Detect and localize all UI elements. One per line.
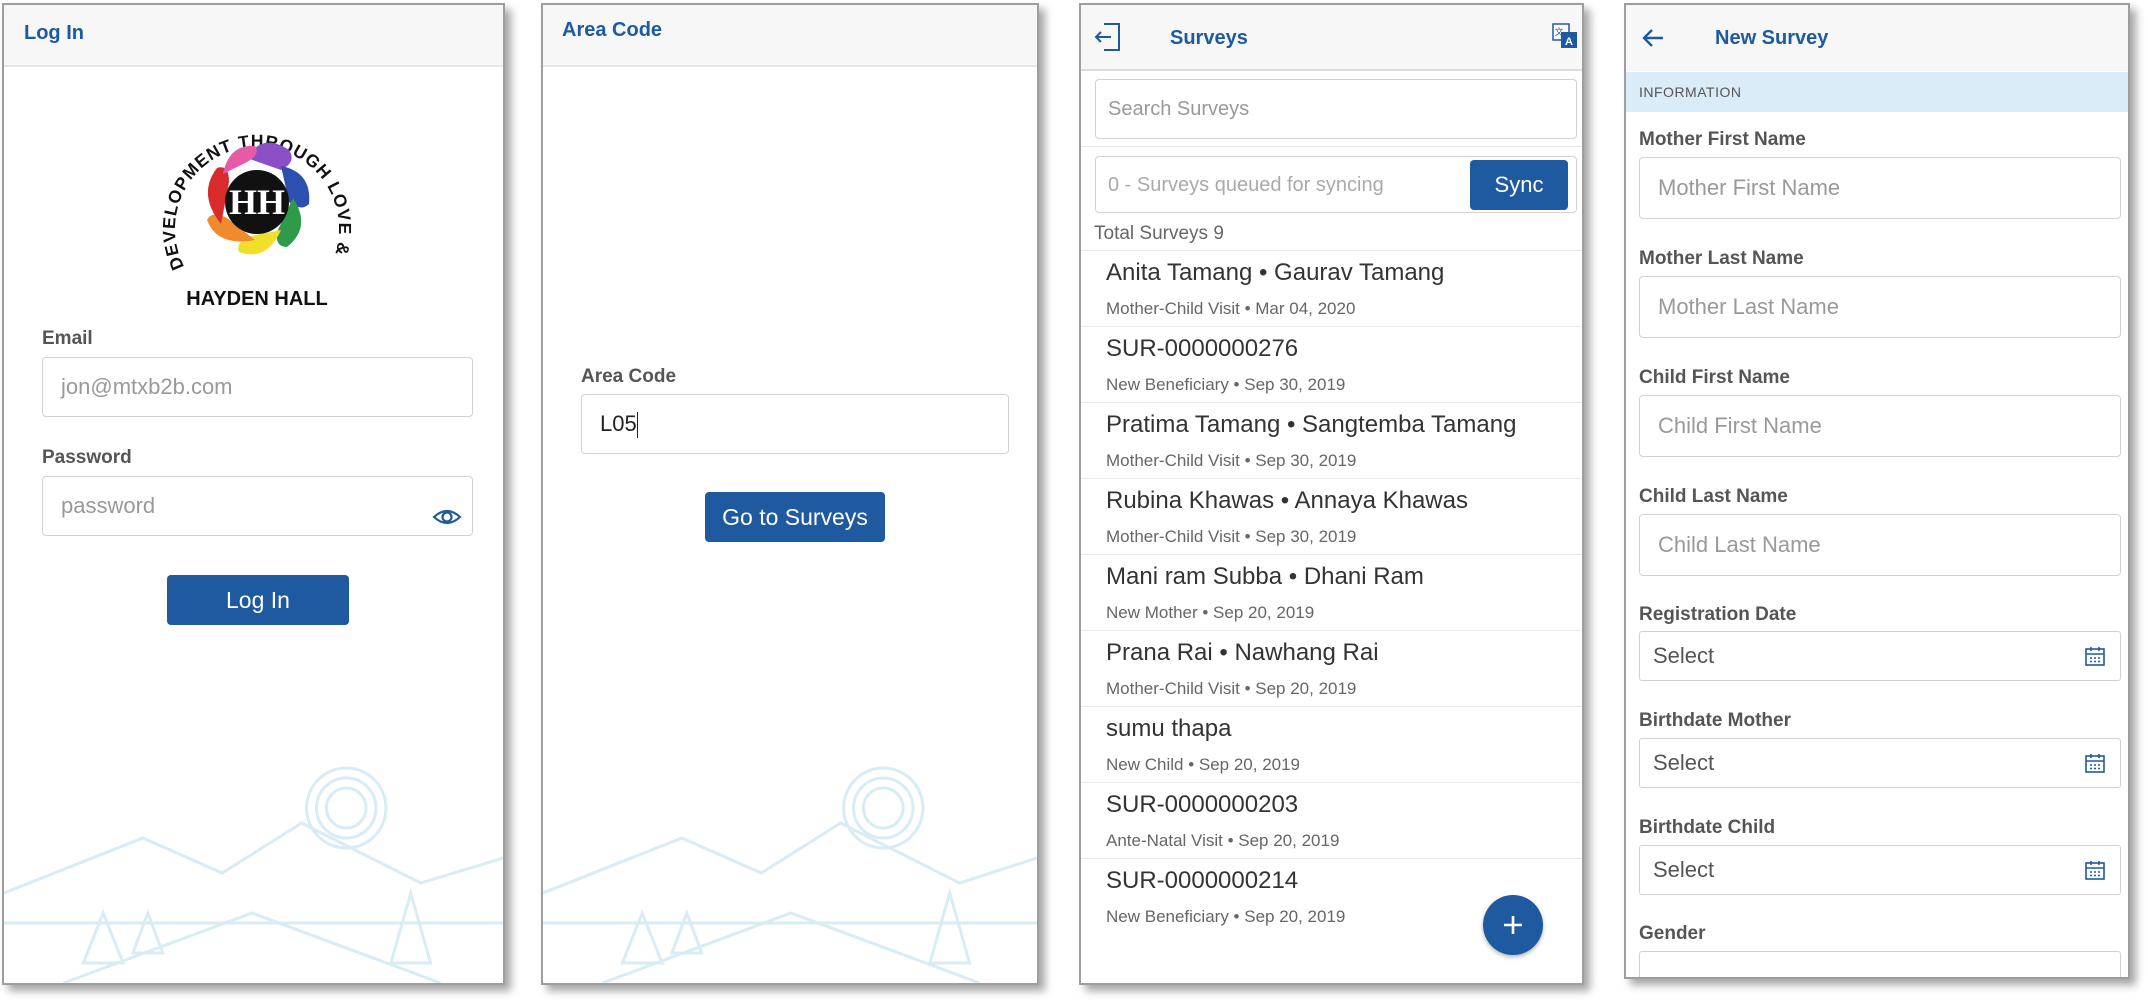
- survey-subtitle: New Beneficiary • Sep 20, 2019: [1106, 907, 1346, 926]
- registration-date-value: Select: [1653, 643, 1715, 668]
- survey-title: Anita Tamang • Gaurav Tamang: [1106, 259, 1445, 286]
- search-surveys-input[interactable]: Search Surveys: [1095, 79, 1577, 139]
- survey-list-item[interactable]: Anita Tamang • Gaurav Tamang Mother-Chil…: [1081, 250, 1582, 327]
- surveys-header-title: Surveys: [1170, 27, 1248, 49]
- survey-title: Prana Rai • Nawhang Rai: [1106, 639, 1379, 666]
- sync-button[interactable]: Sync: [1470, 160, 1568, 210]
- new-survey-header: New Survey: [1626, 5, 2128, 71]
- area-code-value: L05: [600, 411, 637, 436]
- child-first-name-label: Child First Name: [1639, 367, 1790, 388]
- search-placeholder: Search Surveys: [1108, 98, 1250, 120]
- gender-picker[interactable]: [1639, 951, 2121, 977]
- child-last-name-label: Child Last Name: [1639, 486, 1788, 507]
- survey-title: Rubina Khawas • Annaya Khawas: [1106, 487, 1468, 514]
- survey-subtitle: Mother-Child Visit • Sep 30, 2019: [1106, 451, 1357, 470]
- survey-title: SUR-0000000214: [1106, 867, 1299, 894]
- birthdate-child-value: Select: [1653, 857, 1715, 882]
- landscape-illustration: [4, 766, 503, 983]
- calendar-icon: [2085, 754, 2105, 773]
- surveys-screen: Surveys A 文 Search Surveys 0 - Surveys q…: [1079, 3, 1584, 985]
- area-code-screen: Area Code Area Code L05 Go to Surveys: [541, 3, 1039, 985]
- mother-first-name-input[interactable]: Mother First Name: [1639, 157, 2121, 219]
- child-last-name-input[interactable]: Child Last Name: [1639, 514, 2121, 576]
- add-survey-button[interactable]: [1483, 895, 1543, 955]
- new-survey-screen: New Survey INFORMATION Mother First Name…: [1624, 3, 2130, 979]
- surveys-header: Surveys A 文: [1081, 5, 1582, 71]
- text-cursor: [636, 412, 639, 439]
- survey-list-item[interactable]: sumu thapa New Child • Sep 20, 2019: [1081, 706, 1582, 783]
- survey-list-item[interactable]: Rubina Khawas • Annaya Khawas Mother-Chi…: [1081, 478, 1582, 555]
- information-section-header: INFORMATION: [1626, 72, 2128, 112]
- mother-first-name-label: Mother First Name: [1639, 129, 1806, 150]
- svg-text:A: A: [1565, 36, 1573, 48]
- survey-subtitle: Ante-Natal Visit • Sep 20, 2019: [1106, 831, 1340, 850]
- mother-last-name-label: Mother Last Name: [1639, 248, 1804, 269]
- survey-list-item[interactable]: Prana Rai • Nawhang Rai Mother-Child Vis…: [1081, 630, 1582, 707]
- login-header: Log In: [4, 5, 503, 67]
- survey-subtitle: New Child • Sep 20, 2019: [1106, 755, 1301, 774]
- survey-subtitle: Mother-Child Visit • Sep 20, 2019: [1106, 679, 1357, 698]
- mother-last-name-input[interactable]: Mother Last Name: [1639, 276, 2121, 338]
- survey-title: Pratima Tamang • Sangtemba Tamang: [1106, 411, 1517, 438]
- survey-list-item[interactable]: SUR-0000000203 Ante-Natal Visit • Sep 20…: [1081, 782, 1582, 859]
- svg-text:文: 文: [1554, 26, 1563, 37]
- area-code-label: Area Code: [581, 366, 677, 387]
- password-placeholder: password: [61, 493, 156, 518]
- login-button[interactable]: Log In: [167, 575, 349, 625]
- hayden-hall-logo: HUMAN DEVELOPMENT THROUGH LOVE & SERVICE…: [139, 74, 367, 315]
- queue-status: 0 - Surveys queued for syncing Sync: [1095, 156, 1577, 213]
- area-code-input[interactable]: L05: [581, 394, 1009, 454]
- login-header-title: Log In: [24, 22, 84, 44]
- surveys-list: Anita Tamang • Gaurav Tamang Mother-Chil…: [1081, 250, 1582, 983]
- survey-subtitle: Mother-Child Visit • Mar 04, 2020: [1106, 299, 1356, 318]
- calendar-icon: [2085, 647, 2105, 666]
- child-first-name-input[interactable]: Child First Name: [1639, 395, 2121, 457]
- calendar-icon: [2085, 861, 2105, 880]
- survey-list-item[interactable]: SUR-0000000276 New Beneficiary • Sep 30,…: [1081, 326, 1582, 403]
- birthdate-child-label: Birthdate Child: [1639, 817, 1776, 838]
- survey-list-item[interactable]: Mani ram Subba • Dhani Ram New Mother • …: [1081, 554, 1582, 631]
- logo-org-name: HAYDEN HALL: [186, 288, 328, 310]
- total-surveys: Total Surveys 9: [1094, 223, 1224, 244]
- eye-icon[interactable]: [432, 493, 462, 525]
- back-arrow-icon[interactable]: [1641, 27, 1665, 49]
- gender-label: Gender: [1639, 923, 1706, 944]
- survey-title: SUR-0000000276: [1106, 335, 1299, 362]
- password-field[interactable]: password: [42, 476, 473, 536]
- survey-title: sumu thapa: [1106, 715, 1232, 742]
- information-section-title: INFORMATION: [1639, 84, 1742, 100]
- survey-subtitle: Mother-Child Visit • Sep 30, 2019: [1106, 527, 1357, 546]
- area-code-header: Area Code: [543, 5, 1037, 67]
- email-label: Email: [42, 328, 93, 349]
- birthdate-mother-picker[interactable]: Select: [1639, 738, 2121, 788]
- logout-icon[interactable]: [1094, 22, 1122, 52]
- survey-subtitle: New Beneficiary • Sep 30, 2019: [1106, 375, 1346, 394]
- sync-panel: 0 - Surveys queued for syncing Sync: [1081, 146, 1582, 217]
- email-field[interactable]: jon@mtxb2b.com: [42, 357, 473, 417]
- birthdate-child-picker[interactable]: Select: [1639, 845, 2121, 895]
- logo-mark: HH: [229, 182, 285, 222]
- survey-list-item[interactable]: Pratima Tamang • Sangtemba Tamang Mother…: [1081, 402, 1582, 479]
- queue-text: 0 - Surveys queued for syncing: [1108, 174, 1384, 196]
- login-screen: Log In HUMAN DEVELOPMENT THROUGH LOVE & …: [2, 3, 505, 985]
- birthdate-mother-value: Select: [1653, 750, 1715, 775]
- translate-icon[interactable]: A 文: [1551, 22, 1579, 50]
- survey-title: SUR-0000000203: [1106, 791, 1299, 818]
- new-survey-header-title: New Survey: [1715, 27, 1829, 49]
- survey-subtitle: New Mother • Sep 20, 2019: [1106, 603, 1315, 622]
- registration-date-picker[interactable]: Select: [1639, 631, 2121, 681]
- birthdate-mother-label: Birthdate Mother: [1639, 710, 1791, 731]
- add-icon: [1504, 916, 1522, 934]
- landscape-illustration: [543, 766, 1037, 983]
- registration-date-label: Registration Date: [1639, 604, 1797, 625]
- area-code-header-title: Area Code: [562, 19, 663, 41]
- survey-title: Mani ram Subba • Dhani Ram: [1106, 563, 1424, 590]
- go-to-surveys-button[interactable]: Go to Surveys: [705, 492, 885, 542]
- password-label: Password: [42, 447, 132, 468]
